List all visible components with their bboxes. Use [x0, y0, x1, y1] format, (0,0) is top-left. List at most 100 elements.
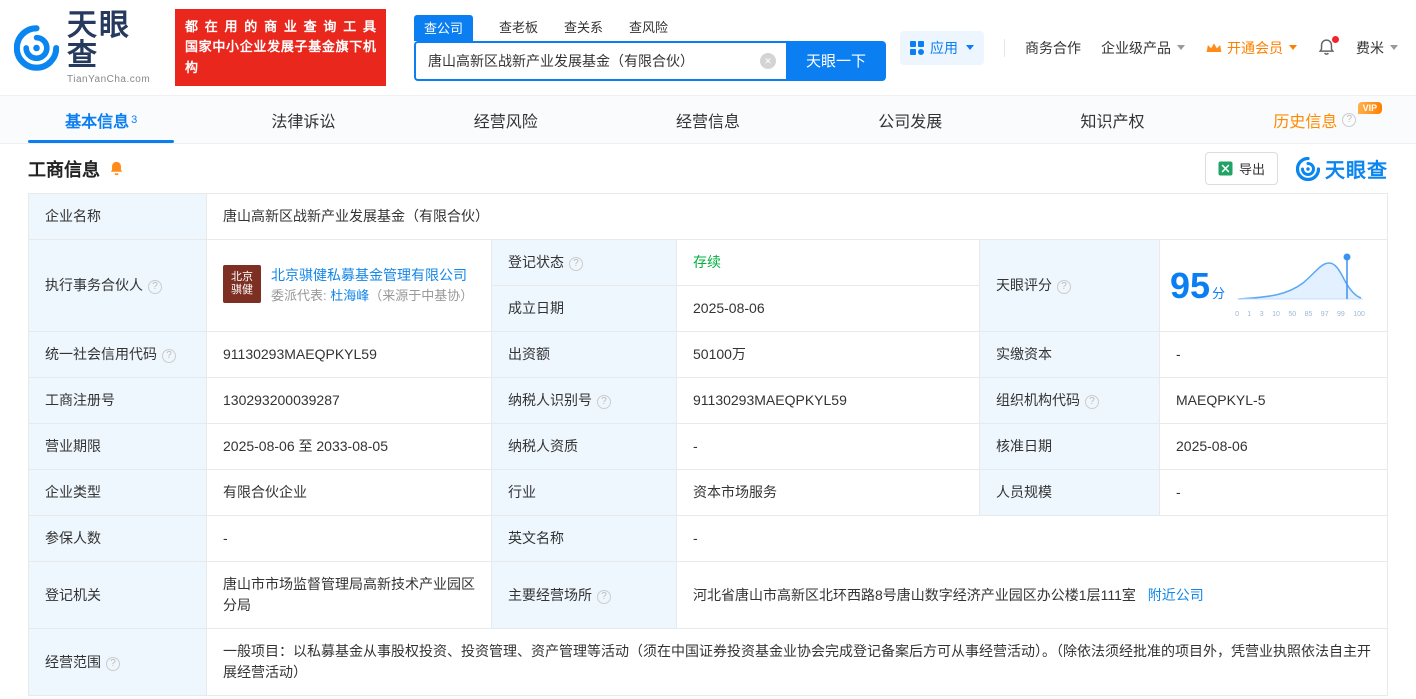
help-icon[interactable] — [148, 280, 162, 294]
notifications-bell[interactable] — [1317, 36, 1339, 57]
divider — [1004, 38, 1005, 57]
notification-dot — [1332, 36, 1339, 43]
table-row: 参保人数 - 英文名称 - — [28, 515, 1388, 562]
credit-code-value: 91130293MAEQPKYL59 — [206, 331, 492, 378]
score-value: 95 — [1170, 264, 1211, 306]
table-row: 执行事务合伙人 北京 骐健 北京骐健私募基金管理有限公司 委派代表: 杜海峰（来… — [28, 239, 1388, 332]
help-icon[interactable] — [569, 257, 583, 271]
help-icon[interactable] — [597, 589, 611, 604]
field-label: 纳税人资质 — [491, 423, 677, 470]
org-code-value: MAEQPKYL-5 — [1159, 377, 1388, 424]
table-row: 工商注册号 130293200039287 纳税人识别号 91130293MAE… — [28, 377, 1388, 424]
subscribe-bell-icon[interactable] — [108, 160, 125, 177]
top-nav: 应用 商务合作 企业级产品 开通会员 费米 — [900, 30, 1398, 65]
help-icon[interactable] — [597, 395, 611, 409]
chevron-down-icon — [1177, 45, 1185, 50]
help-icon[interactable] — [1085, 395, 1099, 409]
tab-operation-risk[interactable]: 经营风险 — [405, 96, 607, 143]
nav-membership[interactable]: 开通会员 — [1205, 38, 1297, 58]
tianyancha-swirl-icon — [14, 24, 60, 71]
field-label: 参保人数 — [28, 515, 207, 562]
tab-label: 知识产权 — [1080, 113, 1145, 131]
excel-icon — [1218, 161, 1233, 176]
search-input[interactable] — [414, 40, 786, 81]
tab-label: 历史信息 — [1273, 113, 1338, 131]
field-label: 核准日期 — [979, 423, 1160, 470]
help-icon[interactable] — [162, 349, 176, 363]
company-tabs: 基本信息3 法律诉讼 经营风险 经营信息 公司发展 知识产权 历史信息 VIP — [0, 96, 1416, 144]
field-label: 实缴资本 — [979, 331, 1160, 378]
tianyancha-logo[interactable]: 天眼查 TianYanCha.com — [14, 8, 161, 85]
tab-company-development[interactable]: 公司发展 — [809, 96, 1011, 143]
logo-domain: TianYanCha.com — [67, 73, 151, 85]
nav-enterprise[interactable]: 企业级产品 — [1101, 38, 1185, 58]
help-icon[interactable] — [1342, 112, 1357, 127]
tab-label: 法律诉讼 — [271, 113, 336, 131]
logo-text: 天眼查 — [67, 8, 132, 72]
export-label: 导出 — [1238, 162, 1265, 177]
tianyan-score-cell: 95 分 0 1 3 10 50 85 97 99 100 — [1159, 239, 1388, 332]
field-label: 成立日期 — [491, 285, 677, 332]
field-label: 纳税人识别号 — [491, 377, 677, 424]
score-unit: 分 — [1212, 285, 1226, 301]
field-label: 营业期限 — [28, 423, 207, 470]
tianyancha-swirl-icon — [1296, 156, 1320, 181]
search-tab-relation[interactable]: 查关系 — [564, 17, 603, 41]
help-icon[interactable] — [106, 656, 120, 671]
field-label: 行业 — [491, 469, 677, 516]
field-label: 统一社会信用代码 — [28, 331, 207, 378]
tab-label: 经营风险 — [473, 113, 538, 131]
establish-date-value: 2025-08-06 — [676, 285, 980, 332]
rep-label: 委派代表: — [271, 288, 327, 304]
rep-name-link[interactable]: 杜海峰 — [330, 288, 369, 303]
field-label: 经营范围 — [28, 628, 207, 696]
nearby-companies-link[interactable]: 附近公司 — [1148, 587, 1204, 603]
grid-icon — [910, 40, 924, 55]
registry-value: 唐山市市场监督管理局高新技术产业园区分局 — [206, 561, 492, 629]
rep-note: （来源于中基协） — [369, 288, 474, 304]
tab-legal[interactable]: 法律诉讼 — [202, 96, 404, 143]
watermark-text: 天眼查 — [1325, 160, 1388, 182]
industry-value: 资本市场服务 — [676, 469, 980, 516]
insured-count-value: - — [206, 515, 492, 562]
search-button[interactable]: 天眼一下 — [786, 40, 886, 81]
tab-operation-info[interactable]: 经营信息 — [607, 96, 809, 143]
crown-icon — [1206, 43, 1222, 52]
taxpayer-quality-value: - — [676, 423, 980, 470]
nav-cooperation[interactable]: 商务合作 — [1025, 38, 1081, 58]
top-header: 天眼查 TianYanCha.com 都在用的商业查询工具 国家中小企业发展子基… — [0, 0, 1416, 96]
user-menu[interactable]: 费米 — [1356, 38, 1398, 58]
search-tab-company[interactable]: 查公司 — [414, 14, 474, 41]
help-icon[interactable] — [1057, 280, 1071, 294]
staff-size-value: - — [1159, 469, 1388, 516]
tab-intellectual-property[interactable]: 知识产权 — [1011, 96, 1213, 143]
promo-line-1: 都在用的商业查询工具 — [184, 19, 376, 35]
field-label: 登记机关 — [28, 561, 207, 629]
table-row: 企业类型 有限合伙企业 行业 资本市场服务 人员规模 - — [28, 469, 1388, 516]
executive-partner-cell: 北京 骐健 北京骐健私募基金管理有限公司 委派代表: 杜海峰（来源于中基协） — [206, 239, 492, 332]
business-scope-value: 一般项目：以私募基金从事股权投资、投资管理、资产管理等活动（须在中国证券投资基金… — [206, 628, 1388, 696]
business-term-value: 2025-08-06 至 2033-08-05 — [206, 423, 492, 470]
clear-icon[interactable] — [760, 52, 776, 69]
tab-label: 基本信息 — [65, 113, 130, 131]
search-tab-boss[interactable]: 查老板 — [499, 17, 538, 41]
field-label: 天眼评分 — [979, 239, 1160, 332]
search-block: 查公司 查老板 查关系 查风险 天眼一下 — [414, 14, 886, 81]
field-label: 执行事务合伙人 — [28, 239, 207, 332]
tab-basic-info[interactable]: 基本信息 3 — [0, 96, 202, 143]
export-button[interactable]: 导出 — [1204, 152, 1278, 185]
partner-company-link[interactable]: 北京骐健私募基金管理有限公司 — [271, 267, 467, 283]
score-curve-chart: 0 1 3 10 50 85 97 99 100 — [1235, 251, 1365, 321]
table-row: 统一社会信用代码 91130293MAEQPKYL59 出资额 50100万 实… — [28, 331, 1388, 378]
tab-history-info[interactable]: 历史信息 VIP — [1214, 96, 1416, 143]
apps-menu[interactable]: 应用 — [900, 30, 984, 65]
taxpayer-id-value: 91130293MAEQPKYL59 — [676, 377, 980, 424]
table-row: 登记机关 唐山市市场监督管理局高新技术产业园区分局 主要经营场所 河北省唐山市高… — [28, 561, 1388, 629]
field-label: 主要经营场所 — [491, 561, 677, 629]
partner-logo: 北京 骐健 — [223, 265, 261, 304]
search-tab-risk[interactable]: 查风险 — [629, 17, 668, 41]
address-cell: 河北省唐山市高新区北环西路8号唐山数字经济产业园区办公楼1层111室 附近公司 — [676, 561, 1388, 629]
field-label: 人员规模 — [979, 469, 1160, 516]
reg-status-value: 存续 — [676, 239, 980, 286]
watermark-logo: 天眼查 — [1296, 154, 1388, 183]
